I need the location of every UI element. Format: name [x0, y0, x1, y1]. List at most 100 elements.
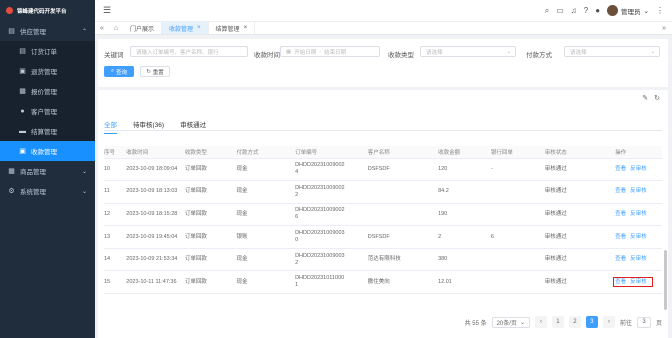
- sidebar-item[interactable]: ▦ 商品管理 ⌄: [0, 161, 95, 181]
- sidebar-item-label: 订货订单: [31, 49, 57, 56]
- view-link[interactable]: 查看: [615, 211, 626, 217]
- reset-button[interactable]: ↻ 重置: [140, 66, 170, 77]
- page-tab[interactable]: 门户展示: [123, 22, 163, 34]
- order-number-suffix: 0: [295, 237, 299, 244]
- chevron-down-icon: ⌄: [519, 319, 525, 326]
- scroll-right-icon[interactable]: »: [662, 25, 666, 32]
- view-link[interactable]: 查看: [615, 256, 626, 262]
- table-header: 序号 收款时间 收款类型 付款方式 订单编号 客户名称 收款金额 银行回单 审核状态 操作: [104, 146, 662, 159]
- table-cell: 12.01: [438, 270, 491, 295]
- sidebar: 锦峰建代码开发平台 ▤ 供应管理 ⌃ ▤ 订货订单 ▣ 退货管理 ▦ 报价管理 ● 客户管理 ▬ 结算管…: [0, 0, 95, 338]
- column-header: 操作: [615, 146, 662, 159]
- sidebar-item[interactable]: ▦ 报价管理: [0, 81, 95, 101]
- table-cell: [490, 248, 545, 272]
- page-tab[interactable]: 收款管理 ×: [162, 22, 209, 34]
- user-menu[interactable]: 管理员 ⌄: [607, 5, 649, 16]
- message-icon[interactable]: ▭: [556, 6, 564, 15]
- date-range-input[interactable]: ▦ 开始日期 - 结束日期: [280, 46, 380, 57]
- view-link[interactable]: 查看: [615, 188, 626, 194]
- help-icon[interactable]: ?: [584, 6, 588, 15]
- sidebar-item[interactable]: ▤ 订货订单: [0, 41, 95, 61]
- table-cell: DSFSDF: [367, 158, 439, 182]
- goto-label: 前往: [619, 320, 632, 327]
- chevron-down-icon: ⌄: [643, 7, 649, 15]
- page-button[interactable]: 3: [585, 316, 598, 328]
- type-select[interactable]: 请选择 ⌄: [420, 46, 516, 57]
- actions-cell: 查看 反审核: [615, 203, 662, 227]
- hamburger-icon[interactable]: ☰: [103, 5, 111, 16]
- order-cell: DHDD20231009002 6: [295, 203, 368, 227]
- status-tab[interactable]: 待审核(36): [133, 119, 164, 134]
- receipts-table: 序号 收款时间 收款类型 付款方式 订单编号 客户名称 收款金额 银行回单 审核状态 操作 10 2…: [104, 146, 662, 295]
- table-cell: 现金: [236, 158, 296, 182]
- order-number-suffix: 4: [295, 169, 299, 176]
- page-button[interactable]: 1: [551, 316, 564, 328]
- actions-cell: 查看 反审核: [615, 225, 662, 249]
- sidebar-item[interactable]: ▤ 供应管理 ⌃: [0, 21, 95, 41]
- chevron-icon: ⌄: [81, 168, 87, 175]
- table-cell: 2023-10-09 19:45:04: [126, 225, 185, 249]
- unaudit-link[interactable]: 反审核: [630, 279, 647, 285]
- order-number: DHDD20231009003: [295, 252, 345, 259]
- page-tab[interactable]: 结算管理 ×: [209, 22, 256, 34]
- scrollbar[interactable]: [664, 250, 667, 310]
- sidebar-item[interactable]: ● 客户管理: [0, 101, 95, 121]
- sidebar-item[interactable]: ▣ 收款管理: [0, 141, 95, 161]
- table-cell: 审核通过: [544, 270, 616, 295]
- page-tab-label: 结算管理: [215, 26, 240, 33]
- table-cell: 现金: [236, 248, 296, 272]
- table-row: 13 2023-10-09 19:45:04 订单回款 银账 DHDD202310090…: [104, 225, 662, 249]
- goto-input[interactable]: 3: [636, 316, 651, 328]
- unaudit-link[interactable]: 反审核: [630, 234, 647, 240]
- table-cell: [490, 270, 545, 295]
- sidebar-item-label: 报价管理: [31, 89, 57, 96]
- table-cell: 120: [438, 158, 491, 182]
- sidebar-item[interactable]: ⚙ 系统管理 ⌄: [0, 181, 95, 201]
- sidebar-item-label: 客户管理: [31, 109, 57, 116]
- table-cell: 订单回款: [184, 180, 237, 204]
- column-header: 审核状态: [544, 146, 616, 159]
- unaudit-link[interactable]: 反审核: [630, 256, 647, 262]
- gear-icon: ⚙: [8, 188, 15, 195]
- query-button[interactable]: ⌕ 查询: [104, 66, 134, 77]
- refresh-icon[interactable]: ↻: [654, 94, 660, 102]
- chevron-down-icon: ⌄: [506, 48, 511, 55]
- close-icon[interactable]: ×: [197, 25, 201, 31]
- unaudit-link[interactable]: 反审核: [630, 211, 647, 217]
- close-icon[interactable]: ×: [244, 25, 248, 31]
- home-icon[interactable]: ⌂: [109, 25, 123, 32]
- sidebar-item-label: 系统管理: [20, 189, 46, 196]
- next-page-button[interactable]: ›: [602, 316, 615, 328]
- search-icon[interactable]: ⌕: [545, 6, 549, 16]
- logo-icon: [6, 7, 13, 14]
- actions-group: 查看 反审核: [615, 234, 651, 240]
- order-number: DHDD20231009003: [295, 230, 345, 237]
- order-cell: DHDD20231009002 2: [295, 180, 368, 204]
- table-cell: 2023-10-11 11:47:36: [126, 270, 185, 295]
- unaudit-link[interactable]: 反审核: [630, 166, 647, 172]
- status-tab[interactable]: 全部: [104, 119, 117, 134]
- prev-page-button[interactable]: ‹: [534, 316, 547, 328]
- table-cell: 15: [104, 270, 127, 295]
- scroll-left-icon[interactable]: «: [95, 25, 109, 32]
- table-cell: 现金: [236, 203, 296, 227]
- sidebar-item[interactable]: ▬ 结算管理: [0, 121, 95, 141]
- brand-logo: 锦峰建代码开发平台: [0, 0, 95, 21]
- status-tab[interactable]: 审核通过: [180, 119, 206, 134]
- view-link[interactable]: 查看: [615, 279, 626, 285]
- view-link[interactable]: 查看: [615, 234, 626, 240]
- page-size-select[interactable]: 20条/页 ⌄: [491, 316, 530, 328]
- sidebar-item[interactable]: ▣ 退货管理: [0, 61, 95, 81]
- pay-select[interactable]: 请选择 ⌄: [564, 46, 660, 57]
- github-icon[interactable]: ●: [595, 6, 600, 15]
- column-header: 收款类型: [184, 146, 237, 159]
- edit-icon[interactable]: ✎: [642, 94, 648, 102]
- keyword-input[interactable]: 请输入订单编号、客户名称、银行: [130, 46, 248, 57]
- view-link[interactable]: 查看: [615, 166, 626, 172]
- unaudit-link[interactable]: 反审核: [630, 188, 647, 194]
- bell-icon[interactable]: ♫: [571, 6, 577, 15]
- column-header: 序号: [104, 146, 127, 159]
- page-button[interactable]: 2: [568, 316, 581, 328]
- table-cell: 现金: [236, 180, 296, 204]
- more-icon[interactable]: ⋮: [656, 6, 664, 15]
